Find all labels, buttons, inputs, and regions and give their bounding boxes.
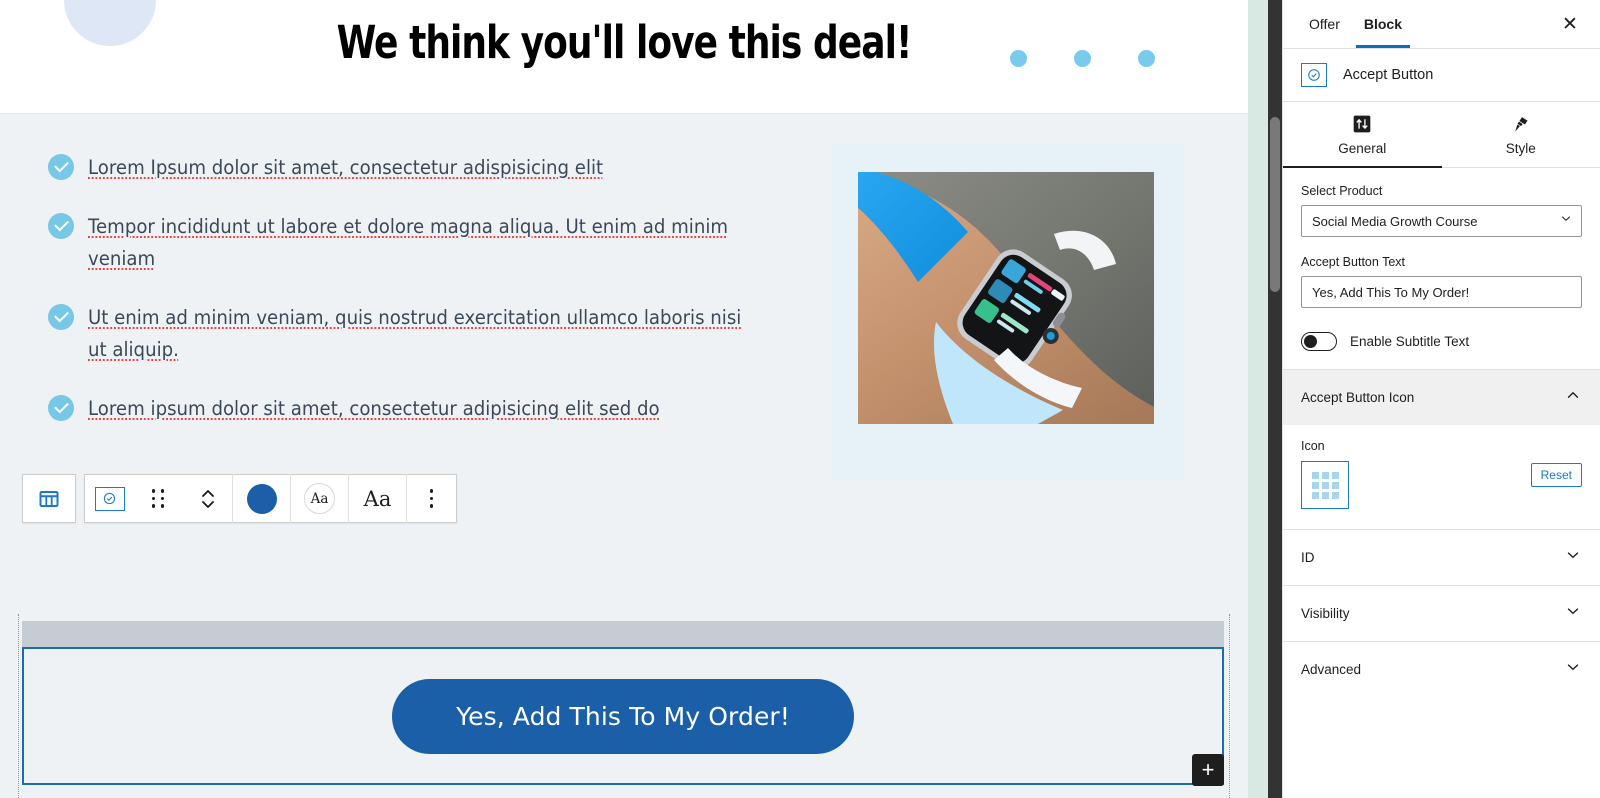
more-options-button[interactable] (407, 475, 456, 522)
id-accordion[interactable]: ID (1283, 529, 1600, 585)
typography-icon: Aa (363, 486, 392, 511)
chevron-down-icon (1564, 658, 1582, 681)
block-type-icon[interactable] (85, 475, 134, 522)
decorative-dot (1010, 50, 1027, 67)
selected-block-card: Accept Button (1283, 49, 1600, 101)
chevron-down-icon (1564, 546, 1582, 569)
decorative-dots (1010, 50, 1155, 67)
list-item-label: Lorem Ipsum dolor sit amet, consectetur … (88, 156, 604, 179)
offer-body: Lorem Ipsum dolor sit amet, consectetur … (0, 114, 1248, 798)
canvas-edge-strip (1248, 0, 1268, 798)
list-item-label: Lorem ipsum dolor sit amet, consectetur … (88, 397, 660, 420)
tab-general[interactable]: General (1283, 102, 1442, 168)
check-circle-icon (1301, 63, 1327, 87)
accept-button-text-label: Accept Button Text (1301, 255, 1405, 269)
select-product-input[interactable]: Social Media Growth Course (1301, 205, 1582, 237)
tab-style[interactable]: Style (1442, 102, 1600, 167)
decorative-dot (1074, 50, 1091, 67)
accept-button-text-field: Accept Button Text (1301, 255, 1582, 308)
tab-offer[interactable]: Offer (1297, 0, 1352, 48)
panel-tabs: General Style (1283, 102, 1600, 168)
check-circle-icon (48, 154, 74, 180)
text-color-icon: Aa (304, 483, 335, 514)
kebab-menu-icon (429, 489, 434, 508)
media-column (832, 144, 1184, 480)
list-item: Lorem ipsum dolor sit amet, consectetur … (48, 393, 800, 425)
move-updown-icon[interactable] (183, 475, 232, 522)
select-product-label: Select Product (1301, 184, 1383, 198)
accept-button-text-input[interactable] (1301, 276, 1582, 308)
advanced-accordion-title: Advanced (1301, 662, 1362, 677)
decorative-dot (1138, 50, 1155, 67)
block-guide-left (18, 614, 19, 798)
accept-button-block[interactable]: Yes, Add This To My Order! (22, 621, 1224, 785)
decline-block[interactable]: No thanks, I don’t want to take advantag… (22, 790, 1224, 798)
text-color-button[interactable]: Aa (291, 475, 348, 522)
check-circle-icon (48, 213, 74, 239)
general-settings: Select Product Social Media Growth Cours… (1283, 168, 1600, 330)
accept-button-block-inner[interactable]: Yes, Add This To My Order! (22, 647, 1224, 785)
icon-label: Icon (1301, 439, 1325, 453)
accept-button-icon-title: Accept Button Icon (1301, 390, 1415, 405)
grid-9-icon (1311, 471, 1339, 499)
block-spacer (22, 621, 1224, 647)
select-product-field: Select Product Social Media Growth Cours… (1301, 184, 1582, 237)
benefit-list: Lorem Ipsum dolor sit amet, consectetur … (0, 144, 800, 480)
settings-sliders-icon (1283, 114, 1442, 136)
accept-button[interactable]: Yes, Add This To My Order! (392, 678, 854, 754)
select-product-wrap: Social Media Growth Course (1301, 205, 1582, 237)
enable-subtitle-label: Enable Subtitle Text (1350, 334, 1470, 349)
columns-block-icon[interactable] (25, 475, 74, 522)
color-swatch-icon (246, 483, 277, 514)
paintbrush-icon (1442, 114, 1600, 136)
editor-scrollbar-thumb[interactable] (1270, 117, 1280, 292)
editor-canvas: We think you'll love this deal! Lorem Ip… (0, 0, 1248, 798)
editor-scrollbar[interactable] (1268, 0, 1282, 798)
close-icon[interactable]: ✕ (1554, 8, 1586, 40)
check-circle-icon (48, 304, 74, 330)
color-swatch-button[interactable] (233, 475, 290, 522)
reset-icon-button[interactable]: Reset (1530, 463, 1582, 487)
content-row: Lorem Ipsum dolor sit amet, consectetur … (0, 114, 1248, 480)
add-block-label: + (1201, 757, 1215, 782)
typography-button[interactable]: Aa (349, 475, 406, 522)
list-item-label: Ut enim ad minim veniam, quis nostrud ex… (88, 306, 742, 361)
check-circle-icon (48, 395, 74, 421)
icon-picker: Icon Reset (1283, 425, 1600, 529)
block-toolbar: Aa Aa (22, 474, 457, 523)
list-item: Lorem Ipsum dolor sit amet, consectetur … (48, 152, 800, 184)
product-image (858, 172, 1154, 424)
list-item-label: Tempor incididunt ut labore et dolore ma… (88, 215, 729, 270)
chevron-up-icon (1564, 386, 1582, 409)
selected-block-name: Accept Button (1343, 67, 1434, 83)
accept-button-icon-accordion[interactable]: Accept Button Icon (1283, 369, 1600, 425)
block-guide-right (1229, 614, 1230, 798)
advanced-accordion[interactable]: Advanced (1283, 641, 1600, 697)
add-block-button[interactable]: + (1192, 754, 1224, 786)
hero-section: We think you'll love this deal! (0, 0, 1248, 114)
chevron-down-icon (1564, 602, 1582, 625)
list-item: Tempor incididunt ut labore et dolore ma… (48, 211, 800, 275)
tab-style-label: Style (1505, 141, 1536, 156)
visibility-accordion[interactable]: Visibility (1283, 585, 1600, 641)
page-title: We think you'll love this deal! (336, 16, 913, 69)
tab-general-label: General (1338, 141, 1387, 156)
icon-preview-button[interactable] (1301, 461, 1349, 509)
id-accordion-title: ID (1301, 550, 1315, 565)
sidebar-tabs: Offer Block ✕ (1283, 0, 1600, 48)
editor-window: We think you'll love this deal! Lorem Ip… (0, 0, 1600, 798)
settings-sidebar: Offer Block ✕ Accept Button General Styl… (1282, 0, 1600, 798)
visibility-accordion-title: Visibility (1301, 606, 1350, 621)
enable-subtitle-toggle[interactable] (1301, 332, 1337, 351)
tab-block[interactable]: Block (1352, 0, 1414, 48)
list-item: Ut enim ad minim veniam, quis nostrud ex… (48, 302, 800, 366)
block-controls-group: Aa Aa (84, 474, 457, 523)
drag-handle-icon[interactable] (134, 475, 183, 522)
enable-subtitle-row: Enable Subtitle Text (1283, 330, 1600, 369)
parent-block-group (22, 474, 76, 523)
product-image-panel (832, 144, 1184, 480)
